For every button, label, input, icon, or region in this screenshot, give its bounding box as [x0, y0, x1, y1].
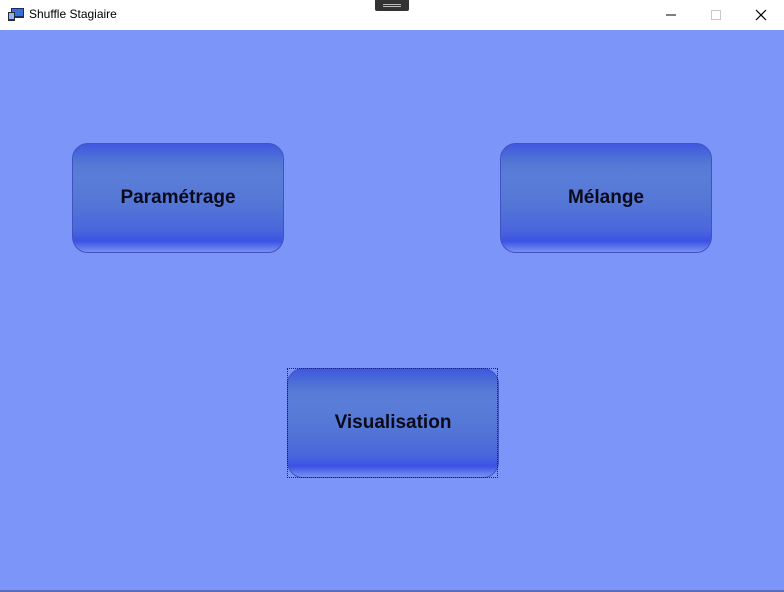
melange-button[interactable]: Mélange — [500, 143, 712, 253]
parametrage-label: Paramétrage — [120, 187, 236, 208]
close-icon — [755, 9, 767, 21]
drag-handle[interactable] — [375, 0, 409, 11]
window-title: Shuffle Stagiaire — [29, 7, 117, 21]
melange-label: Mélange — [567, 187, 645, 208]
app-window: Shuffle Stagiaire Paramétrage Mélange Vi… — [0, 0, 784, 592]
title-bar[interactable]: Shuffle Stagiaire — [0, 0, 784, 30]
maximize-button[interactable] — [693, 0, 738, 30]
visualisation-label: Visualisation — [334, 412, 452, 433]
minimize-icon — [666, 14, 676, 16]
maximize-icon — [711, 10, 721, 20]
app-icon — [8, 8, 24, 21]
minimize-button[interactable] — [648, 0, 693, 30]
visualisation-button[interactable]: Visualisation — [287, 368, 499, 478]
parametrage-button[interactable]: Paramétrage — [72, 143, 284, 253]
close-button[interactable] — [738, 0, 783, 30]
